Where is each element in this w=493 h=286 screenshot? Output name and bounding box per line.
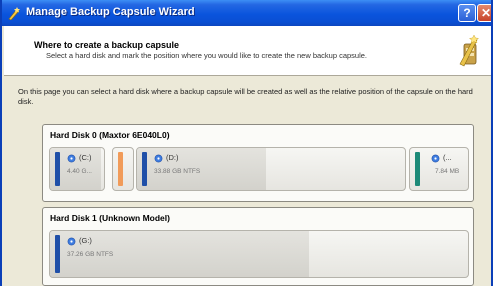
partition-size: 7.84 MB: [435, 168, 460, 175]
partition-d[interactable]: (D:) 33.88 GB NTFS: [136, 147, 406, 191]
partition-g[interactable]: (G:) 37.26 GB NTFS: [49, 230, 469, 278]
page-subtitle: Select a hard disk and mark the position…: [46, 51, 368, 60]
wizard-header: Where to create a backup capsule Select …: [4, 26, 491, 76]
partition-other[interactable]: (... 7.84 MB: [409, 147, 469, 191]
partition-size: 4.40 G...: [67, 168, 92, 175]
partition-color-bar: [55, 235, 60, 273]
partition-size: 33.88 GB NTFS: [154, 168, 201, 175]
partition-label: (D:): [166, 153, 179, 162]
partition-color-bar: [55, 152, 60, 186]
hard-disk-1-panel[interactable]: Hard Disk 1 (Unknown Model) (G:) 37.26 G…: [42, 207, 474, 286]
window-title: Manage Backup Capsule Wizard: [26, 6, 195, 18]
wizard-window: Manage Backup Capsule Wizard ? ✕ Where t…: [0, 0, 493, 286]
partition-label: (...: [443, 153, 452, 162]
drive-volume-icon: [67, 154, 76, 163]
partition-c[interactable]: (C:) 4.40 G...: [49, 147, 105, 191]
wizard-wand-icon: [8, 7, 20, 20]
close-button[interactable]: ✕: [477, 4, 491, 22]
wizard-content: On this page you can select a hard disk …: [4, 77, 491, 286]
partition-color-bar: [142, 152, 147, 186]
drive-volume-icon: [67, 237, 76, 246]
partition-label: (G:): [79, 236, 92, 245]
partition-size: 37.26 GB NTFS: [67, 251, 114, 258]
partition-unallocated[interactable]: [112, 147, 134, 191]
partition-label: (C:): [79, 153, 92, 162]
partition-color-bar: [415, 152, 420, 186]
intro-text: On this page you can select a hard disk …: [18, 87, 473, 106]
drive-volume-icon: [431, 154, 440, 163]
page-title: Where to create a backup capsule: [34, 40, 180, 50]
drive-volume-icon: [154, 154, 163, 163]
disk-title: Hard Disk 1 (Unknown Model): [50, 213, 170, 223]
title-bar[interactable]: Manage Backup Capsule Wizard ? ✕: [2, 0, 491, 26]
help-button[interactable]: ?: [458, 4, 476, 22]
disk-title: Hard Disk 0 (Maxtor 6E040L0): [50, 130, 170, 140]
backup-wizard-icon: [459, 34, 479, 67]
partition-color-bar: [118, 152, 123, 186]
hard-disk-0-panel[interactable]: Hard Disk 0 (Maxtor 6E040L0) (C:) 4.40 G…: [42, 124, 474, 202]
